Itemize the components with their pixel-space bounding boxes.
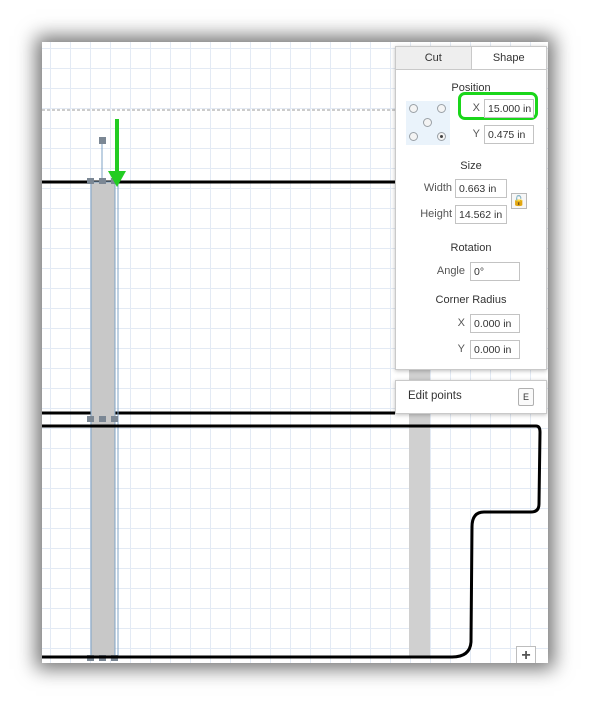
width-input[interactable]: 0.663 in: [455, 179, 507, 198]
anchor-top-right[interactable]: [437, 104, 446, 113]
position-x-label: X: [472, 102, 480, 114]
unlock-icon[interactable]: 🔓: [511, 193, 527, 209]
edit-points-shortcut: E: [518, 388, 534, 406]
height-label: Height: [420, 208, 452, 220]
rotation-title: Rotation: [450, 242, 492, 254]
anchor-center[interactable]: [423, 118, 432, 127]
anchor-bottom-right[interactable]: [437, 132, 446, 141]
width-label: Width: [423, 182, 452, 194]
anchor-top-left[interactable]: [409, 104, 418, 113]
angle-input[interactable]: 0°: [470, 262, 520, 281]
properties-panel: Cut Shape Position X 15.000 in Y 0.475 i…: [395, 46, 547, 370]
corner-radius-x-input[interactable]: 0.000 in: [470, 314, 520, 333]
screenshot-frame: Cut Shape Position X 15.000 in Y 0.475 i…: [42, 42, 548, 663]
selection-handle: [99, 416, 106, 422]
selection-handle: [87, 178, 94, 184]
corner-radius-x-label: X: [457, 317, 465, 329]
zoom-in-button[interactable]: +: [516, 646, 536, 663]
edit-points-label: Edit points: [408, 390, 462, 402]
corner-radius-title: Corner Radius: [435, 294, 507, 306]
anchor-bottom-left[interactable]: [409, 132, 418, 141]
size-title: Size: [460, 160, 482, 172]
position-x-input[interactable]: 15.000 in: [484, 99, 534, 118]
shape-outline: [42, 424, 542, 659]
edit-points-button[interactable]: Edit points E: [395, 380, 547, 414]
anchor-point-selector[interactable]: [406, 101, 450, 145]
selection-handle: [87, 416, 94, 422]
height-input[interactable]: 14.562 in: [455, 205, 507, 224]
position-y-label: Y: [472, 128, 480, 140]
rotate-handle: [99, 137, 106, 144]
corner-radius-y-label: Y: [457, 343, 465, 355]
selection-handle: [111, 416, 118, 422]
position-y-input[interactable]: 0.475 in: [484, 125, 534, 144]
corner-radius-y-input[interactable]: 0.000 in: [470, 340, 520, 359]
tab-cut[interactable]: Cut: [396, 47, 472, 69]
tab-shape[interactable]: Shape: [471, 47, 546, 69]
selection-handle: [99, 178, 106, 184]
angle-label: Angle: [436, 265, 465, 277]
panel-tabs: Cut Shape: [396, 47, 546, 70]
